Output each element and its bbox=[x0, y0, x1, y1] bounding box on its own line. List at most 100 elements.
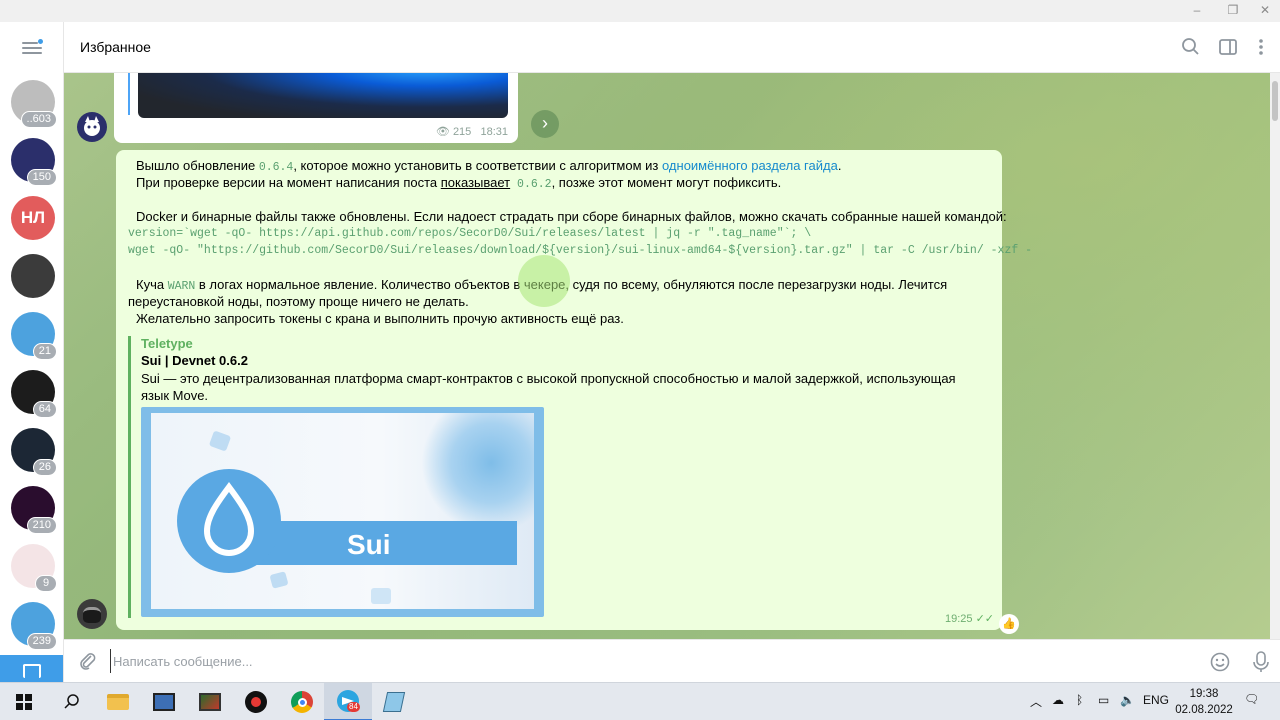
taskbar-app-notepad[interactable] bbox=[370, 683, 418, 720]
cloud-icon[interactable]: ☁ bbox=[1052, 693, 1064, 707]
quote-bar bbox=[128, 73, 130, 115]
message-bubble[interactable]: 👁 215 18:31 bbox=[114, 73, 518, 143]
chat-header: Избранное bbox=[64, 22, 1280, 73]
text: . bbox=[837, 158, 842, 173]
sidebar-chat-5[interactable]: 21 bbox=[11, 312, 57, 360]
volume-icon[interactable]: 🔈 bbox=[1120, 693, 1135, 707]
message-list: 👁 215 18:31 › Вышло обновление 0.6.4, ко… bbox=[64, 73, 1270, 639]
chat-title[interactable]: Избранное bbox=[80, 39, 151, 55]
sidebar-chat-2[interactable]: 150 bbox=[11, 138, 57, 186]
message-meta: 👁 215 18:31 bbox=[436, 125, 508, 138]
notepad-icon bbox=[382, 692, 406, 712]
code-line[interactable]: version=`wget -qO- https://api.github.co… bbox=[128, 225, 811, 242]
message-paragraph: Желательно запросить токены с крана и вы… bbox=[136, 311, 624, 326]
text: , которое можно установить в соответстви… bbox=[293, 158, 662, 173]
unread-badge: ..603 bbox=[20, 111, 57, 128]
link-preview-image[interactable] bbox=[138, 73, 508, 118]
folder-icon bbox=[23, 664, 41, 678]
sui-logo-text: Sui bbox=[347, 529, 391, 560]
unread-badge: 239 bbox=[26, 633, 57, 650]
sidebar-chat-4[interactable] bbox=[11, 254, 55, 298]
search-icon[interactable] bbox=[1180, 36, 1202, 58]
unread-badge: 9 bbox=[35, 575, 57, 592]
notifications-icon[interactable]: 🗨 bbox=[1244, 692, 1259, 706]
sidebar-chat-7[interactable]: 26 bbox=[11, 428, 57, 476]
windows-taskbar: 84 ︿ ☁ ᛒ ▭ 🔈 ENG 19:38 02.08.2022 🗨 bbox=[0, 682, 1280, 720]
clock-date: 02.08.2022 bbox=[1175, 704, 1233, 716]
menu-icon[interactable] bbox=[22, 39, 43, 56]
sidebar-chat-9[interactable]: 9 bbox=[11, 544, 57, 592]
sidebar-toggle-icon[interactable] bbox=[1217, 36, 1239, 58]
taskbar-app-snipping[interactable] bbox=[186, 683, 234, 720]
more-options-icon[interactable] bbox=[1250, 36, 1272, 58]
taskbar-app-recorder[interactable] bbox=[232, 683, 280, 720]
wolf-icon bbox=[84, 116, 100, 136]
clock[interactable]: 19:38 02.08.2022 bbox=[1172, 686, 1236, 718]
reaction-button[interactable]: 👍 bbox=[999, 614, 1019, 634]
avatar[interactable] bbox=[77, 112, 107, 142]
sidebar-chat-1[interactable]: ..603 bbox=[11, 80, 57, 128]
microphone-icon[interactable] bbox=[1250, 650, 1272, 674]
message-paragraph: При проверке версии на момент написания … bbox=[136, 174, 781, 193]
minimize-button[interactable]: – bbox=[1188, 2, 1206, 18]
inline-code[interactable]: WARN bbox=[168, 280, 196, 293]
scrollbar[interactable] bbox=[1270, 73, 1280, 639]
taskbar-app-chrome[interactable] bbox=[278, 683, 326, 720]
bluetooth-icon[interactable]: ᛒ bbox=[1076, 693, 1083, 707]
windows-icon bbox=[16, 694, 32, 710]
droplet-icon bbox=[203, 481, 255, 556]
unread-badge: 150 bbox=[26, 169, 57, 186]
forward-button[interactable]: › bbox=[531, 110, 559, 138]
inline-code[interactable]: 0.6.4 bbox=[259, 161, 294, 174]
maximize-button[interactable]: ❐ bbox=[1224, 2, 1242, 18]
message-input[interactable] bbox=[110, 649, 1190, 673]
clock-time: 19:38 bbox=[1189, 688, 1219, 700]
inline-code[interactable]: 0.6.2 bbox=[510, 178, 552, 191]
show-hidden-icons[interactable]: ︿ bbox=[1030, 693, 1042, 710]
taskbar-app-remote[interactable] bbox=[140, 683, 188, 720]
text: в логах нормальное явление. Количество о… bbox=[195, 277, 948, 292]
attach-icon[interactable] bbox=[78, 651, 98, 671]
avatar: НЛ bbox=[11, 196, 55, 240]
sidebar-chat-8[interactable]: 210 bbox=[11, 486, 57, 534]
emoji-icon[interactable] bbox=[1209, 651, 1231, 673]
record-icon bbox=[245, 691, 267, 713]
network-icon[interactable]: ▭ bbox=[1098, 693, 1109, 707]
unread-badge: 210 bbox=[26, 517, 57, 534]
message-time: 19:25 bbox=[944, 613, 973, 625]
scrollbar-thumb[interactable] bbox=[1272, 81, 1278, 121]
window-titlebar: – ❐ ✕ bbox=[0, 0, 1280, 22]
message-composer bbox=[64, 639, 1280, 682]
avatar[interactable] bbox=[77, 599, 107, 629]
folder-tab[interactable] bbox=[0, 655, 63, 682]
text: , позже этот момент могут пофиксить. bbox=[551, 175, 782, 190]
unread-badge: 21 bbox=[32, 343, 57, 360]
unread-badge: 64 bbox=[32, 401, 57, 418]
message-meta: 19:25 ✓✓ bbox=[945, 612, 994, 625]
monitor-icon bbox=[153, 693, 175, 711]
preview-image[interactable]: Sui bbox=[141, 407, 544, 617]
views-icon: 👁 bbox=[435, 126, 450, 138]
guide-link[interactable]: одноимённого раздела гайда bbox=[662, 158, 838, 173]
chrome-icon bbox=[291, 691, 313, 713]
sidebar-chat-10[interactable]: 239 bbox=[11, 602, 57, 650]
code-line[interactable]: wget -qO- "https://github.com/SecorD0/Su… bbox=[128, 242, 1032, 259]
sidebar-chat-6[interactable]: 64 bbox=[11, 370, 57, 418]
message-bubble[interactable]: Вышло обновление 0.6.4, которое можно ус… bbox=[116, 150, 1032, 630]
search-icon bbox=[64, 694, 79, 709]
unread-badge: 84 bbox=[347, 702, 360, 712]
search-button[interactable] bbox=[48, 683, 96, 720]
taskbar-app-explorer[interactable] bbox=[94, 683, 142, 720]
preview-title: Sui | Devnet 0.6.2 bbox=[141, 353, 248, 368]
close-button[interactable]: ✕ bbox=[1256, 2, 1274, 18]
sidebar-chat-3[interactable]: НЛ bbox=[11, 196, 55, 240]
underlined-text[interactable]: показывает bbox=[441, 175, 510, 190]
double-check-icon: ✓✓ bbox=[975, 613, 994, 625]
cursor-highlight bbox=[518, 255, 570, 307]
views-count: 215 bbox=[452, 126, 472, 138]
link-preview[interactable]: Teletype Sui | Devnet 0.6.2 Sui — это де… bbox=[128, 336, 988, 618]
start-button[interactable] bbox=[0, 683, 48, 720]
taskbar-app-telegram[interactable]: 84 bbox=[324, 683, 372, 720]
avatar bbox=[11, 254, 55, 298]
language-indicator[interactable]: ENG bbox=[1143, 693, 1169, 707]
